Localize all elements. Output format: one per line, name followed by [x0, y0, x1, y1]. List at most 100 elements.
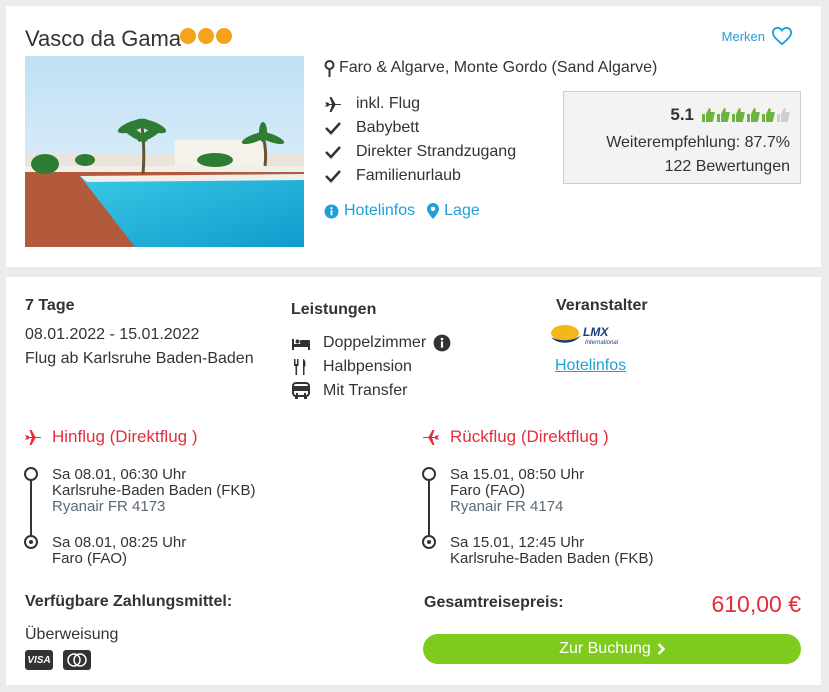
hotel-card: Vasco da Gama Merken Faro & Algarve, Mon… [6, 6, 821, 267]
lage-label: Lage [444, 202, 480, 219]
rating-score: 5.1 [670, 105, 694, 124]
return-title: Rückflug (Direktflug ) [450, 427, 609, 446]
service-item: Mit Transfer [291, 379, 452, 403]
service-label: Mit Transfer [323, 382, 408, 399]
services-list: Doppelzimmer Halbpension Mit Transfer [291, 331, 452, 403]
bus-icon [292, 382, 310, 399]
arr-airport: Faro (FAO) [52, 550, 128, 567]
duration: 7 Tage [25, 297, 75, 314]
return-header: Rückflug (Direktflug ) [420, 427, 609, 447]
outbound-title: Hinflug (Direktflug ) [52, 427, 198, 446]
info-icon [324, 204, 339, 218]
hotel-category-dots [180, 28, 232, 44]
lage-link[interactable]: Lage [427, 202, 480, 220]
mastercard-icon [63, 650, 91, 670]
outbound-arrival: Sa 08.01, 08:25 Uhr Faro (FAO) [52, 535, 186, 567]
thumb-up-icon [732, 108, 745, 122]
thumb-up-icon [717, 108, 730, 122]
thumb-up-icon [702, 108, 715, 122]
service-label: Halbpension [323, 358, 412, 375]
outbound-header: Hinflug (Direktflug ) [22, 427, 198, 447]
payment-title: Verfügbare Zahlungsmittel: [25, 593, 233, 610]
hotel-features: inkl. Flug Babybett Direkter Strandzugan… [324, 92, 516, 188]
map-pin-icon [324, 59, 335, 77]
feature-item: inkl. Flug [324, 92, 516, 116]
plane-icon [423, 430, 439, 445]
thumb-up-icon [747, 108, 760, 122]
feature-label: Babybett [356, 119, 420, 136]
dep-airport: Faro (FAO) [450, 482, 526, 499]
category-dot [216, 28, 232, 44]
merken-button[interactable]: Merken [722, 26, 793, 46]
travel-dates: 08.01.2022 - 15.01.2022 [25, 326, 200, 343]
offer-card: 7 Tage 08.01.2022 - 15.01.2022 Flug ab K… [6, 277, 821, 685]
feature-label: Familienurlaub [356, 167, 461, 184]
heart-icon [771, 26, 793, 46]
hotel-location: Faro & Algarve, Monte Gordo (Sand Algarv… [324, 59, 657, 77]
arrival-point [422, 535, 436, 549]
operator-logo: LMX International [549, 323, 629, 352]
flight-number: Ryanair FR 4174 [450, 498, 564, 515]
category-dot [198, 28, 214, 44]
category-dot [180, 28, 196, 44]
feature-label: Direkter Strandzugang [356, 143, 517, 160]
services-title: Leistungen [291, 301, 377, 318]
return-departure: Sa 15.01, 08:50 Uhr Faro (FAO) Ryanair F… [450, 467, 584, 515]
arr-time: Sa 15.01, 12:45 Uhr [450, 534, 585, 551]
operator-hotelinfos-link[interactable]: Hotelinfos [555, 357, 626, 375]
info-icon[interactable] [432, 334, 452, 352]
hotel-links: Hotelinfos Lage [324, 202, 480, 220]
thumb-up-icon [762, 108, 775, 122]
service-item: Halbpension [291, 355, 452, 379]
dep-airport: Karlsruhe-Baden Baden (FKB) [52, 482, 256, 499]
plane-icon [325, 97, 341, 112]
plane-icon [25, 430, 41, 445]
operator-title: Veranstalter [556, 297, 648, 314]
check-icon [325, 146, 341, 159]
departure-airport: Flug ab Karlsruhe Baden-Baden [25, 350, 254, 367]
feature-label: inkl. Flug [356, 95, 421, 112]
arr-airport: Karlsruhe-Baden Baden (FKB) [450, 550, 654, 567]
payment-method: Überweisung [25, 626, 119, 643]
hotelinfos-link[interactable]: Hotelinfos [324, 202, 415, 220]
timeline-line [30, 478, 32, 540]
dep-time: Sa 15.01, 08:50 Uhr [450, 466, 585, 483]
visa-label: VISA [27, 654, 51, 666]
hotelinfos-label: Hotelinfos [344, 202, 416, 219]
visa-card-icon: VISA [25, 650, 53, 670]
hotel-photo[interactable] [25, 56, 304, 247]
departure-point [422, 467, 436, 481]
service-item: Doppelzimmer [291, 331, 452, 355]
operator-logo-sub: International [585, 340, 619, 346]
location-text: Faro & Algarve, Monte Gordo (Sand Algarv… [339, 59, 658, 76]
feature-item: Direkter Strandzugang [324, 140, 516, 164]
booking-button[interactable]: Zur Buchung [423, 634, 801, 664]
timeline-line [428, 478, 430, 540]
departure-point [24, 467, 38, 481]
chevron-right-icon [657, 643, 665, 655]
operator-logo-text: LMX [583, 325, 609, 339]
service-label: Doppelzimmer [323, 334, 427, 351]
check-icon [325, 170, 341, 183]
recommendation-rate: Weiterempfehlung: 87.7% [606, 134, 790, 151]
cutlery-icon [294, 359, 306, 375]
merken-label: Merken [721, 28, 765, 44]
total-label: Gesamtreisepreis: [424, 594, 564, 611]
rating-box[interactable]: 5.1 Weiterempfehlung: 87.7% 122 Bewertun… [563, 91, 801, 184]
hotel-name[interactable]: Vasco da Gama [25, 26, 181, 52]
arr-time: Sa 08.01, 08:25 Uhr [52, 534, 187, 551]
hotel-photo-image [25, 56, 304, 247]
bed-icon [292, 339, 310, 350]
feature-item: Babybett [324, 116, 516, 140]
thumb-up-empty-icon [777, 108, 790, 122]
flight-number: Ryanair FR 4173 [52, 498, 166, 515]
review-count: 122 Bewertungen [664, 158, 790, 175]
rating-top: 5.1 [670, 105, 790, 125]
return-arrival: Sa 15.01, 12:45 Uhr Karlsruhe-Baden Bade… [450, 535, 653, 567]
dep-time: Sa 08.01, 06:30 Uhr [52, 466, 187, 483]
check-icon [325, 122, 341, 135]
return-timeline: Sa 15.01, 08:50 Uhr Faro (FAO) Ryanair F… [422, 466, 722, 567]
payment-cards: VISA [25, 650, 91, 670]
booking-label: Zur Buchung [559, 640, 651, 657]
map-marker-icon [427, 203, 440, 219]
